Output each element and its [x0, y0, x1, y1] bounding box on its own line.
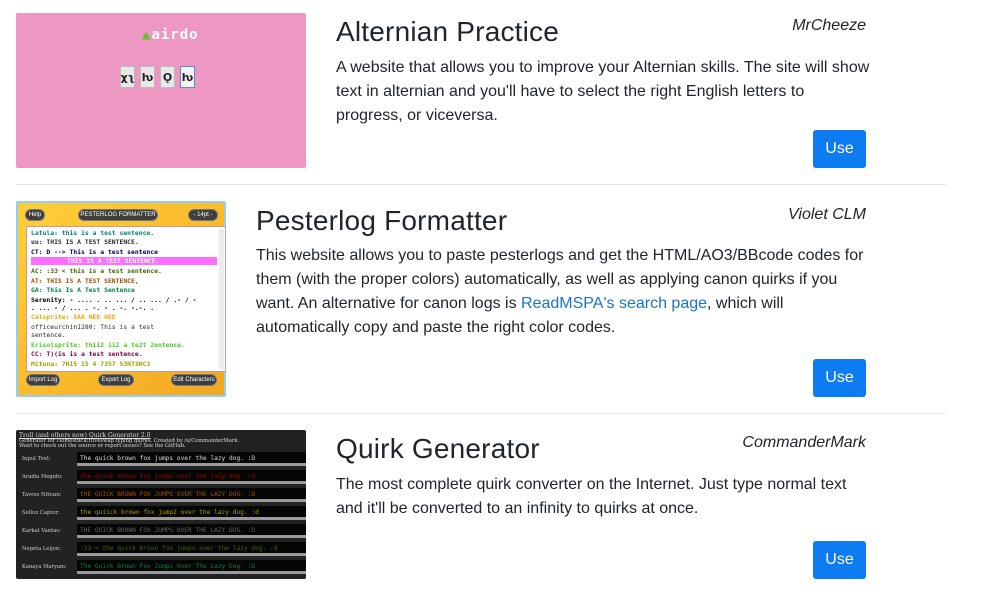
- divider: [16, 184, 946, 185]
- import-log-pill: Import Log: [26, 374, 60, 386]
- quirk-label: Tavros Nitram:: [22, 492, 62, 498]
- log-line: CC: T)(is is a test sentence.: [31, 350, 143, 358]
- quirk-text: tHE QUICK BROWN FOX JUMPS OVER THE LAZY …: [80, 491, 256, 498]
- log-line: AC: :33 < this is a test sentence.: [31, 267, 162, 275]
- letter-tile: ƕ: [140, 66, 155, 88]
- log-line: officeurchin1280: This is a test: [31, 323, 155, 331]
- quirk-label: Nepeta Leijon:: [22, 546, 61, 552]
- use-button[interactable]: Use: [813, 359, 866, 397]
- log-panel: Latula: this is a test sentence. uu: THI…: [26, 226, 226, 372]
- quirk-row: Tavros Nitram: tHE QUICK BROWN FOX JUMPS…: [16, 488, 306, 507]
- log-line: Serenity: - .... . .. ... / .. ... / .- …: [31, 296, 197, 304]
- quirk-label: Aradia Megido:: [22, 474, 63, 480]
- pesterlog-formatter-thumbnail[interactable]: Help PESTERLOG FORMATTER - 14pt - Latula…: [16, 201, 226, 397]
- log-line: Erisolsprite: thii2 ii2 a te2t 2entence.: [31, 341, 185, 349]
- quirk-row: Sollux Captor: the quiick brown fox jump…: [16, 506, 306, 525]
- log-line: . ... - / ... . -. - . -. -.-. .: [31, 304, 155, 312]
- quirk-header-line: Want to check out the source or report i…: [19, 443, 186, 449]
- airdo-logo: ▲airdo: [142, 27, 199, 43]
- tool-author: MrCheeze: [792, 17, 866, 34]
- quirk-header: Troll (and others now) Quirk Generator 2…: [19, 433, 239, 450]
- divider: [16, 413, 946, 414]
- quirk-text: The Quick Brown Fox Jumps Over The Lazy …: [80, 563, 256, 570]
- readmspa-search-link[interactable]: ReadMSPA's search page: [521, 295, 707, 312]
- tool-title: Alternian Practice: [336, 16, 560, 47]
- log-line: uu: THIS IS A TEST SENTENCE.: [31, 238, 139, 246]
- quirk-label: Kanaya Maryam:: [22, 564, 67, 570]
- use-button[interactable]: Use: [813, 130, 866, 168]
- quirk-text: THE QUICK BROWN FOX JUMPS OVER THE LAZY …: [80, 527, 256, 534]
- help-pill: Help: [25, 209, 45, 221]
- tool-description: This website allows you to paste pesterl…: [256, 244, 866, 340]
- log-line: GA: This Is A Test Sentence: [31, 286, 135, 294]
- export-log-pill: Export Log: [98, 374, 134, 386]
- use-button[interactable]: Use: [813, 541, 866, 579]
- edit-characters-pill: Edit Characters: [171, 374, 217, 386]
- quirk-row: Aradia Megido: the quick brown fox jumps…: [16, 470, 306, 489]
- tool-author: CommanderMark: [742, 434, 866, 451]
- letter-tile: χʅ: [120, 66, 135, 88]
- quirk-label: Sollux Captor:: [22, 510, 60, 516]
- size-pill: - 14pt -: [188, 209, 218, 221]
- quirk-text: The quick brown fox jumps over the lazy …: [80, 455, 256, 462]
- header-pill: PESTERLOG FORMATTER: [78, 209, 158, 221]
- quirk-generator-thumbnail[interactable]: Troll (and others now) Quirk Generator 2…: [16, 430, 306, 579]
- log-line: CT: D --> This is a test sentence: [31, 248, 158, 256]
- quirk-text: :33 < the quick brown fox jumps over the…: [80, 545, 278, 552]
- quirk-text: the quick brown fox jumps over the lazy …: [80, 473, 256, 480]
- quirk-row: Input Text: The quick brown fox jumps ov…: [16, 452, 306, 471]
- letter-tile: Ǫ: [160, 66, 175, 88]
- letter-tile-selected: ƕ: [180, 66, 195, 88]
- tool-description: A website that allows you to improve you…: [336, 59, 870, 124]
- log-line: sentence.: [31, 331, 66, 339]
- quirk-row: Kanaya Maryam: The Quick Brown Fox Jumps…: [16, 560, 306, 579]
- tool-title: Pesterlog Formatter: [256, 205, 508, 236]
- tool-description: The most complete quirk converter on the…: [336, 476, 847, 517]
- quirk-row: Nepeta Leijon: :33 < the quick brown fox…: [16, 542, 306, 561]
- logo-text: airdo: [151, 27, 199, 43]
- log-line: THIS IS A TEST SENTENCE.: [67, 257, 160, 265]
- alternian-letter-tiles: χʅ ƕ Ǫ ƕ: [120, 66, 195, 88]
- quirk-label: Karkat Vantas:: [22, 528, 61, 534]
- tool-title: Quirk Generator: [336, 433, 540, 464]
- log-line: Calsprite: SAA HEE HEE: [31, 313, 116, 321]
- log-line: Mituna: 7H15 15 4 7357 53N73NC3: [31, 360, 151, 368]
- quirk-text: the quiick brown fox jump2 over the lazy…: [80, 509, 259, 516]
- tool-author: Violet CLM: [788, 206, 866, 223]
- log-line: AT: THIS IS A TEST SENTENCE,: [31, 277, 139, 285]
- quirk-row: Karkat Vantas: THE QUICK BROWN FOX JUMPS…: [16, 524, 306, 543]
- alternian-practice-thumbnail[interactable]: ▲airdo χʅ ƕ Ǫ ƕ: [16, 13, 306, 168]
- quirk-label: Input Text:: [22, 456, 51, 462]
- log-line: Latula: this is a test sentence.: [31, 229, 155, 237]
